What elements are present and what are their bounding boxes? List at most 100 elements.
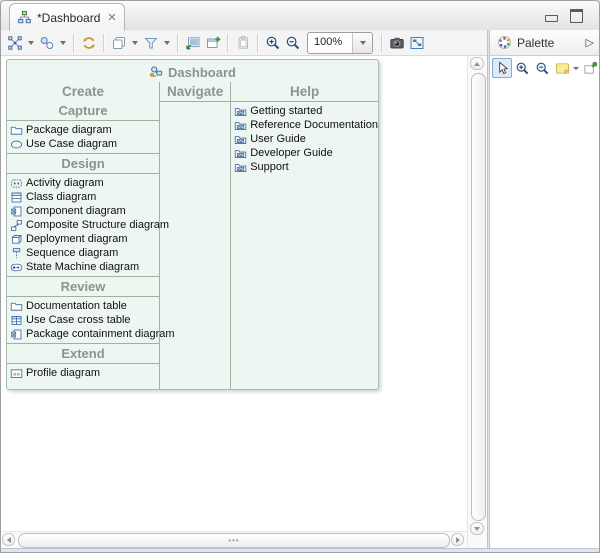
horizontal-scroll-thumb[interactable]: ••• [18,533,450,548]
item-state-machine-diagram[interactable]: State Machine diagram [7,260,159,274]
editor-tab-title: *Dashboard [37,11,100,25]
scroll-up-button[interactable] [470,57,484,70]
nodes-tool-button[interactable] [5,32,25,54]
folder-icon [10,300,23,313]
state-machine-diagram-icon [10,261,23,274]
filter-icon [143,35,159,51]
palette-icon [497,35,512,50]
scroll-down-button[interactable] [470,522,484,535]
item-reference-documentation[interactable]: Reference Documentation [231,118,378,132]
item-class-diagram[interactable]: Class diagram [7,190,159,204]
copy-appearance-button[interactable] [109,32,129,54]
graph-dropdown-arrow-icon[interactable] [60,41,66,45]
sequence-diagram-icon [10,247,23,260]
help-topic-icon [234,161,247,174]
item-activity-diagram[interactable]: Activity diagram [7,176,159,190]
scroll-left-button[interactable] [2,533,15,546]
pin-tool-button[interactable] [580,58,600,78]
diagram-view-icon [409,35,425,51]
palette-header[interactable]: Palette ▷ [490,30,600,56]
sync-button[interactable] [79,32,99,54]
editor-tab-dashboard[interactable]: *Dashboard ✕ [9,3,125,31]
select-tool-button[interactable] [492,58,512,78]
palette-toolbar [490,56,600,78]
pin-icon [583,61,598,76]
item-label: Component diagram [26,205,126,217]
vertical-scroll-thumb[interactable] [471,73,486,521]
zoom-level-combo[interactable]: 100% [307,32,373,54]
copy-icon [111,35,127,51]
scroll-grip: ••• [228,538,239,544]
graph-tool-button[interactable] [37,32,57,54]
tab-close-icon[interactable]: ✕ [107,11,116,24]
paste-button[interactable] [233,32,253,54]
new-diagram-button[interactable] [203,32,223,54]
item-developer-guide[interactable]: Developer Guide [231,146,378,160]
table-icon [10,314,23,327]
vertical-scrollbar[interactable] [467,56,487,548]
zoom-level-value[interactable]: 100% [308,33,352,53]
dashboard-hierarchy-icon [17,10,32,25]
toolbar-separator [73,34,75,52]
item-label: Class diagram [26,191,96,203]
palette-collapse-icon[interactable]: ▷ [586,36,594,49]
item-getting-started[interactable]: Getting started [231,104,378,118]
item-use-case-diagram[interactable]: Use Case diagram [7,137,159,151]
diagram-view-button[interactable] [407,32,427,54]
item-label: Profile diagram [26,367,100,379]
snapshot-button[interactable] [387,32,407,54]
camera-icon [389,35,405,51]
zoom-in-icon [265,35,281,51]
palette-zoom-out-button[interactable] [532,58,552,78]
capture-header: Capture [7,101,159,120]
item-label: Developer Guide [250,147,333,159]
item-label: Deployment diagram [26,233,128,245]
toolbar-separator [177,34,179,52]
review-header: Review [7,277,159,296]
copy-dropdown-arrow-icon[interactable] [132,41,138,45]
toolbar-separator [381,34,383,52]
item-user-guide[interactable]: User Guide [231,132,378,146]
dashboard-widget[interactable]: Dashboard Create Capture Package diagram [6,59,379,390]
minimize-view-button[interactable] [545,15,558,22]
navigate-diagram-button[interactable] [183,32,203,54]
horizontal-scrollbar[interactable]: ••• [1,531,467,548]
maximize-view-button[interactable] [570,9,583,23]
diagram-canvas[interactable]: Dashboard Create Capture Package diagram [1,56,467,531]
zoom-out-button[interactable] [283,32,303,54]
item-use-case-cross-table[interactable]: Use Case cross table [7,313,159,327]
sync-icon [81,35,97,51]
editor-tab-bar: *Dashboard ✕ [1,1,599,31]
new-diagram-icon [205,35,221,51]
item-sequence-diagram[interactable]: Sequence diagram [7,246,159,260]
item-support[interactable]: Support [231,160,378,174]
create-header: Create [7,82,159,101]
navigate-header: Navigate [160,82,230,101]
item-deployment-diagram[interactable]: Deployment diagram [7,232,159,246]
item-composite-structure-diagram[interactable]: Composite Structure diagram [7,218,159,232]
item-package-containment-diagram[interactable]: Package containment diagram [7,327,159,341]
filter-button[interactable] [141,32,161,54]
help-topic-icon [234,147,247,160]
palette-zoom-in-button[interactable] [512,58,532,78]
usecase-ellipse-icon [10,138,23,151]
note-icon [555,61,570,76]
help-topic-icon [234,133,247,146]
nodes-dropdown-arrow-icon[interactable] [28,41,34,45]
zoom-out-icon [285,35,301,51]
item-package-diagram[interactable]: Package diagram [7,123,159,137]
scroll-right-button[interactable] [451,533,464,546]
item-profile-diagram[interactable]: Profile diagram [7,366,159,380]
palette-title: Palette [517,36,554,50]
zoom-in-button[interactable] [263,32,283,54]
note-dropdown-arrow-icon[interactable] [573,67,579,70]
help-header: Help [231,82,378,101]
filter-dropdown-arrow-icon[interactable] [164,41,170,45]
composite-structure-diagram-icon [10,219,23,232]
item-documentation-table[interactable]: Documentation table [7,299,159,313]
note-tool-button[interactable] [552,58,572,78]
item-component-diagram[interactable]: Component diagram [7,204,159,218]
diagram-toolbar: 100% [1,30,488,56]
palette-sash[interactable] [487,30,490,548]
zoom-combo-dropdown-button[interactable] [352,33,372,53]
